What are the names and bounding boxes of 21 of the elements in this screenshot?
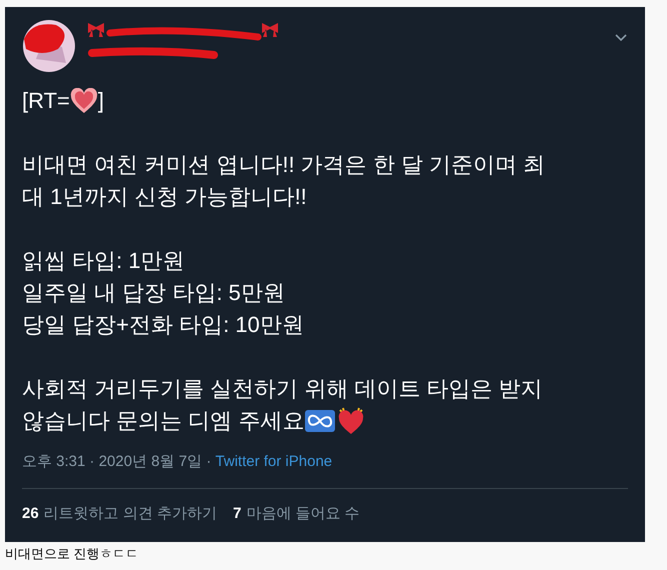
tweet-timestamp: 오후 3:31 · 2020년 8월 7일 · xyxy=(22,453,212,470)
stat-count: 26 xyxy=(22,504,39,524)
tweet-text: 않습니다 문의는 디엠 주세요 xyxy=(22,407,304,435)
stat-count: 7 xyxy=(233,504,242,524)
tweet-text: 사회적 거리두기를 실천하기 위해 데이트 타입은 받지 xyxy=(22,375,543,403)
double-loop-icon xyxy=(305,410,336,432)
tweet-text: 일주일 내 답장 타입: 5만원 xyxy=(22,279,285,307)
tweet-text: 비대면 여친 커미션 엽니다!! 가격은 한 달 기준이며 최 xyxy=(22,151,546,179)
stat-label[interactable]: 마음에 들어요 수 xyxy=(246,502,360,525)
heart-icon xyxy=(70,88,98,114)
rt-text: [RT= xyxy=(22,87,70,115)
avatar-icon xyxy=(22,19,76,73)
heart-icon xyxy=(337,407,366,435)
stat-label[interactable]: 리트윗하고 의견 추가하기 xyxy=(44,502,218,525)
chevron-down-icon[interactable] xyxy=(614,33,628,43)
caption-text: 비대면으로 진행ㅎㄷㄷ xyxy=(4,545,140,563)
source-link[interactable]: Twitter for iPhone xyxy=(215,453,332,470)
rt-text: ] xyxy=(98,87,104,115)
tweet-text: 읽씹 타입: 1만원 xyxy=(22,247,185,275)
tweet-text: 대 1년까지 신청 가능합니다!! xyxy=(22,183,307,211)
tweet-text: 당일 답장+전화 타입: 10만원 xyxy=(22,311,304,339)
